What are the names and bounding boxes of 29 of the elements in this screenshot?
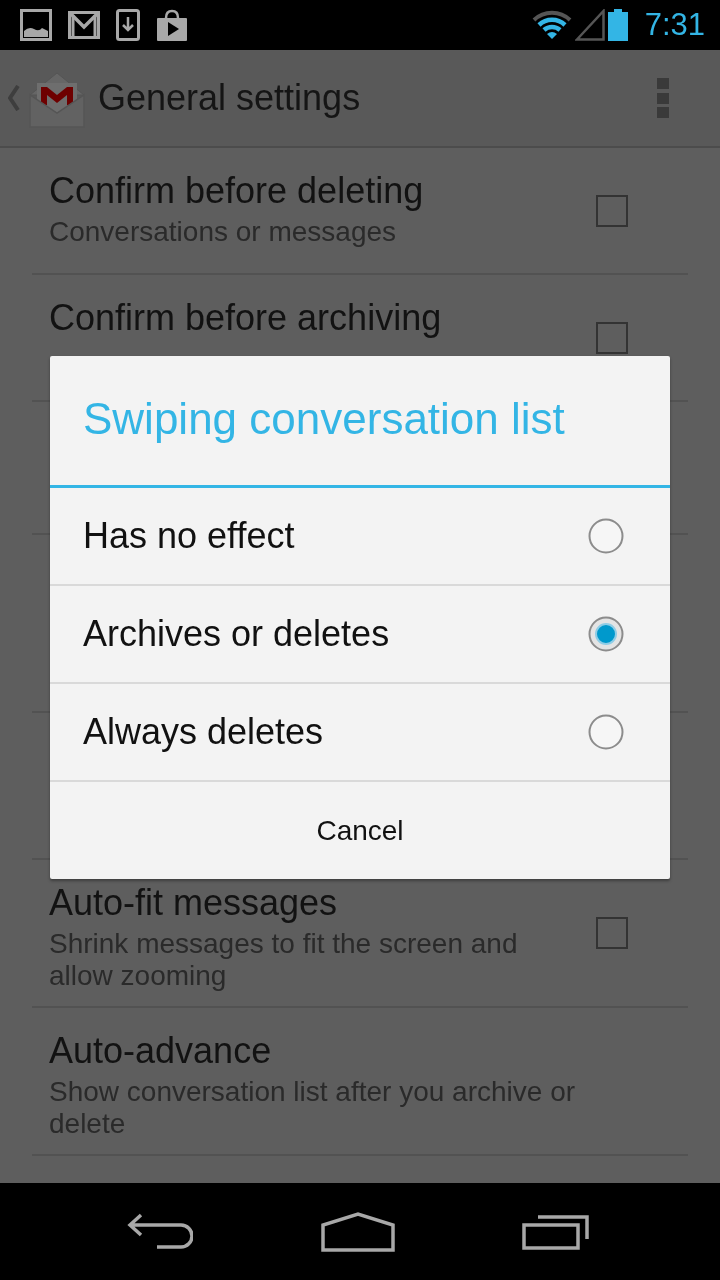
setting-title: Auto-fit messages bbox=[49, 882, 338, 924]
home-icon[interactable] bbox=[320, 1211, 395, 1252]
chevron-left-icon[interactable] bbox=[8, 85, 20, 111]
recent-apps-icon[interactable] bbox=[522, 1213, 590, 1250]
signal-icon bbox=[574, 9, 605, 41]
wifi-icon bbox=[531, 10, 572, 40]
setting-title: Confirm before deleting bbox=[49, 170, 424, 212]
screen-title: General settings bbox=[98, 77, 362, 119]
radio-icon[interactable] bbox=[588, 518, 624, 554]
radio-icon[interactable] bbox=[588, 714, 624, 750]
radio-option[interactable]: Always deletes bbox=[50, 684, 670, 782]
battery-icon bbox=[607, 9, 628, 41]
dialog-title: Swiping conversation list bbox=[83, 393, 565, 444]
checkbox[interactable] bbox=[596, 321, 628, 354]
bag-icon bbox=[156, 9, 188, 41]
cancel-button[interactable]: Cancel bbox=[50, 782, 670, 879]
mail-icon bbox=[68, 11, 100, 39]
setting-title: Auto-advance bbox=[49, 1030, 272, 1072]
setting-title: Confirm before archiving bbox=[49, 297, 442, 339]
overflow-menu-icon[interactable] bbox=[657, 78, 669, 118]
clock-time: 7:31 bbox=[644, 6, 705, 44]
checkbox[interactable] bbox=[596, 194, 628, 227]
download-icon bbox=[116, 9, 140, 41]
checkbox[interactable] bbox=[596, 917, 628, 949]
radio-icon[interactable] bbox=[588, 616, 624, 652]
radio-option[interactable]: Has no effect bbox=[50, 488, 670, 586]
back-icon[interactable] bbox=[127, 1212, 193, 1251]
picture-icon bbox=[20, 9, 52, 41]
radio-option[interactable]: Archives or deletes bbox=[50, 586, 670, 684]
